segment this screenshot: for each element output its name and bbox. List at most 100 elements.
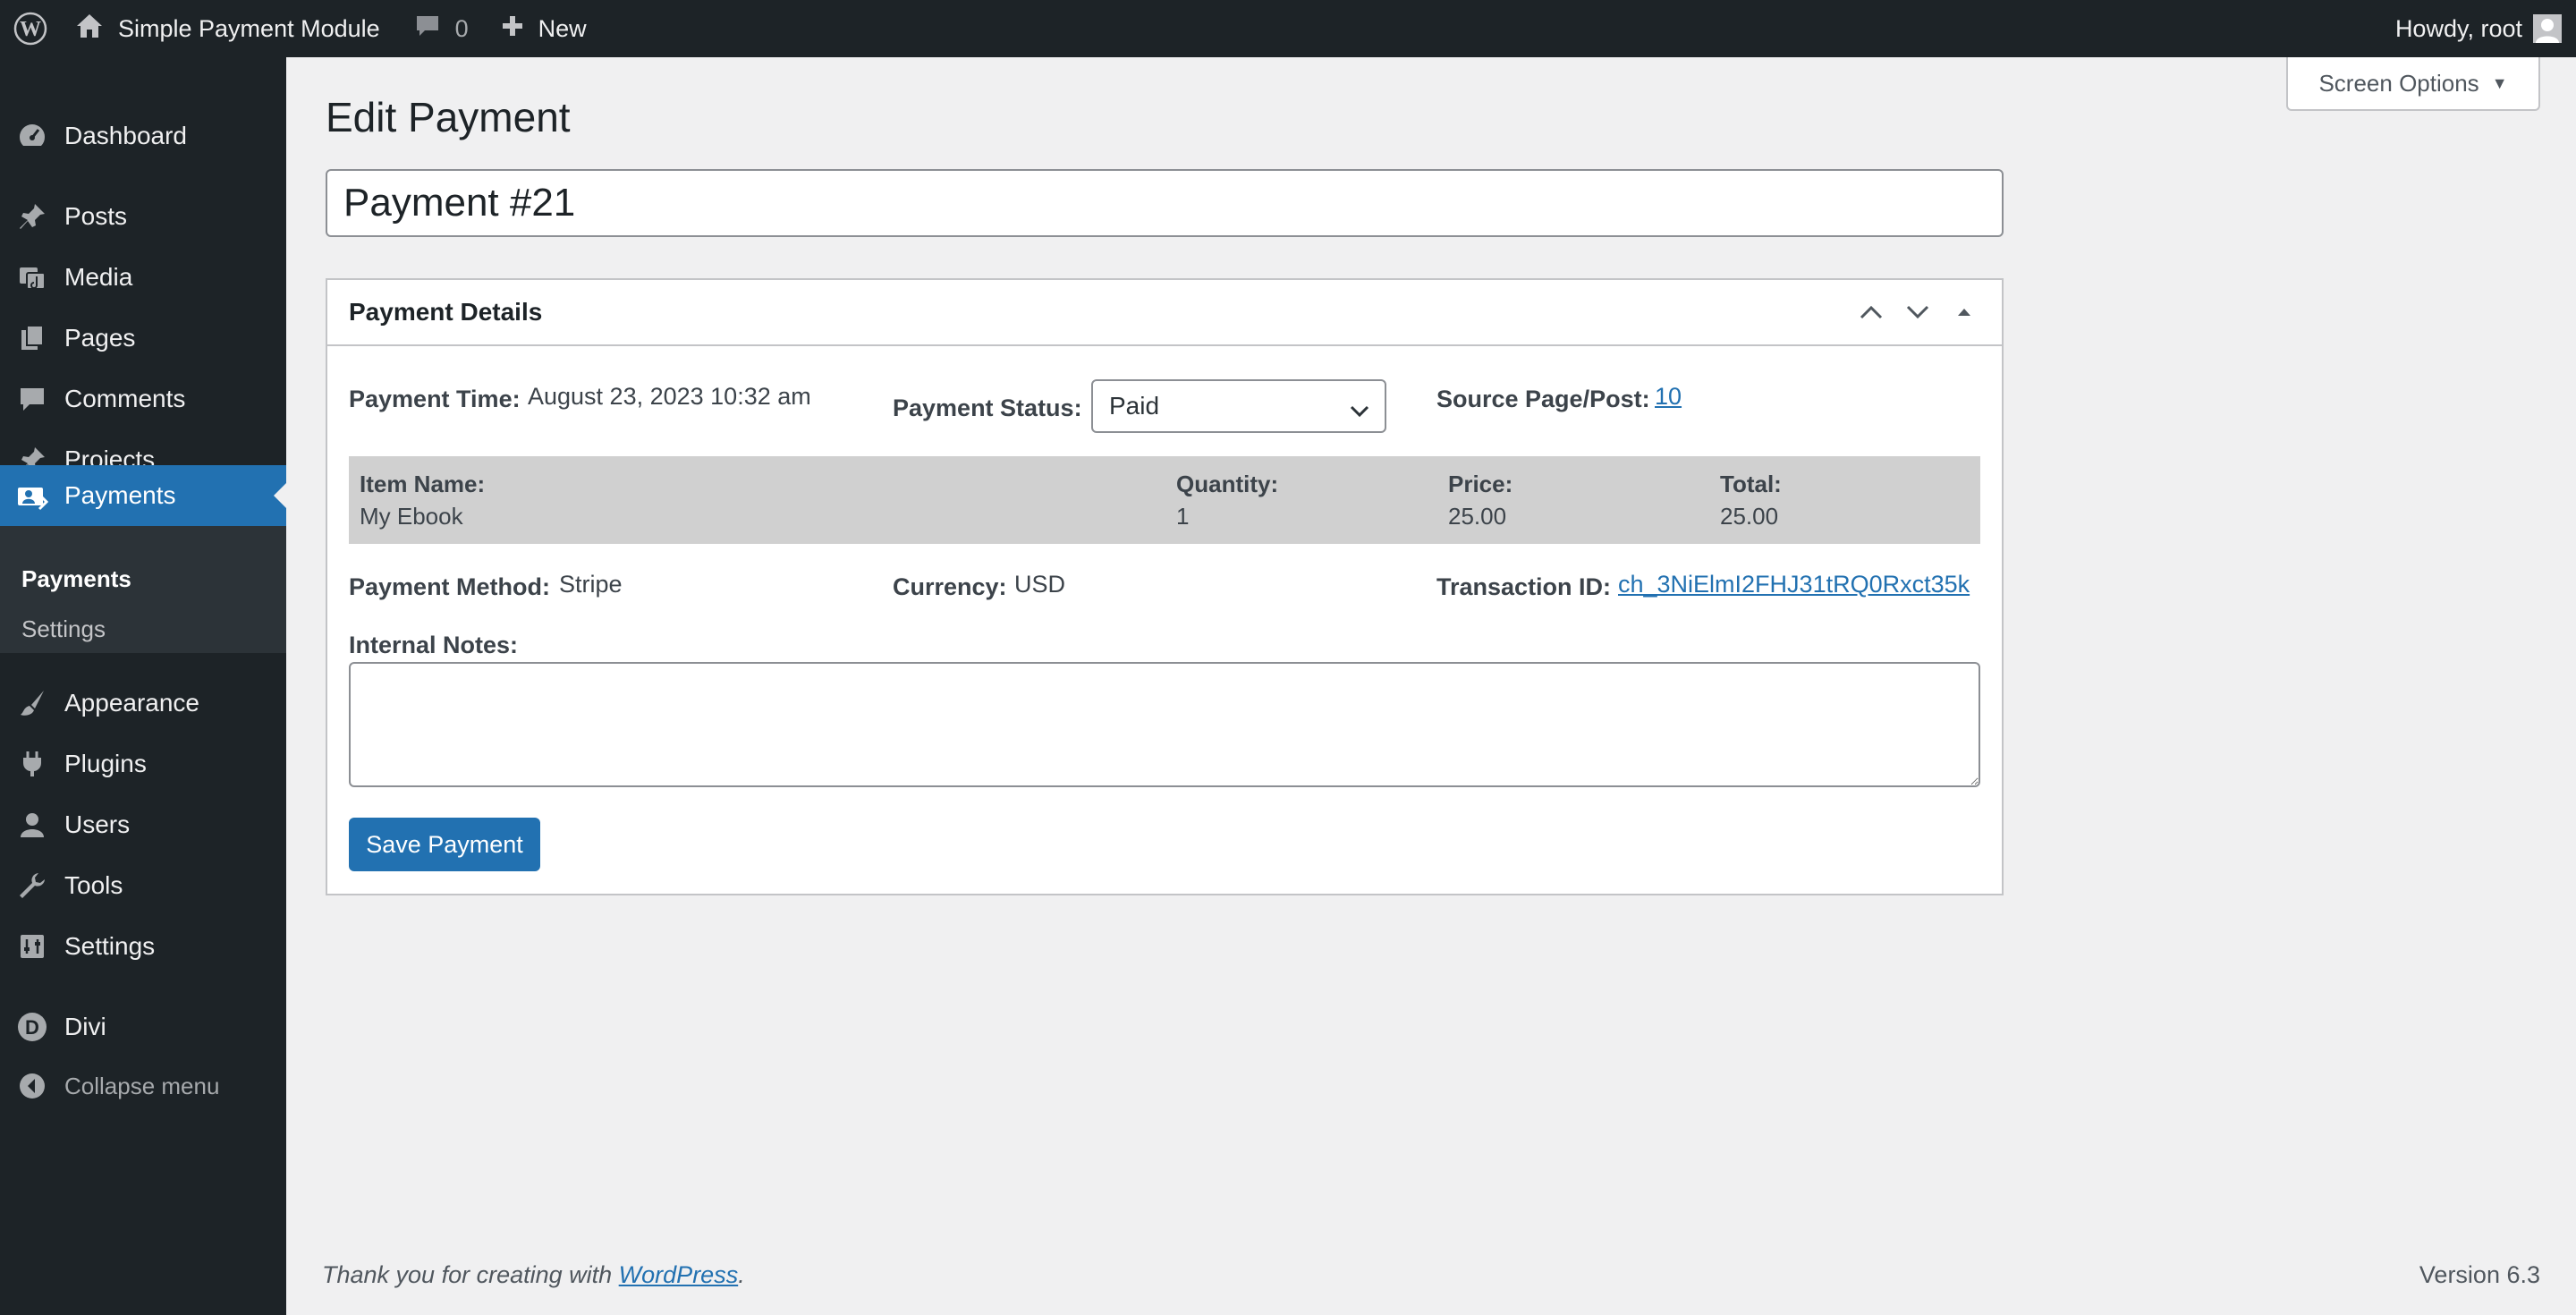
new-content-link[interactable]: New xyxy=(487,0,601,57)
internal-notes-textarea[interactable] xyxy=(349,662,1980,787)
comment-icon xyxy=(0,384,64,414)
wordpress-logo-icon[interactable]: W xyxy=(0,0,61,57)
dashboard-icon xyxy=(0,121,64,151)
source-page-label: Source Page/Post: xyxy=(1436,386,1650,412)
items-table: Item Name: My Ebook Quantity: 1 Price: 2… xyxy=(349,456,1980,544)
page-title: Edit Payment xyxy=(326,94,571,140)
sidebar-item-label: Appearance xyxy=(64,689,200,717)
wrench-icon xyxy=(0,870,64,901)
sidebar-item-label: Collapse menu xyxy=(64,1072,220,1099)
save-payment-button[interactable]: Save Payment xyxy=(349,818,540,871)
source-page-link[interactable]: 10 xyxy=(1655,383,1682,411)
sidebar-item-plugins[interactable]: Plugins xyxy=(0,734,286,794)
new-label: New xyxy=(538,14,587,42)
payment-status-select[interactable]: Paid xyxy=(1091,379,1386,433)
sidebar-item-label: Users xyxy=(64,810,131,838)
metabox-handle-actions xyxy=(1848,280,1987,344)
post-title-input[interactable] xyxy=(326,169,2004,237)
metabox-title: Payment Details xyxy=(349,298,543,326)
svg-text:D: D xyxy=(25,1016,39,1039)
home-icon xyxy=(75,13,104,46)
transaction-id-label: Transaction ID: xyxy=(1436,573,1612,600)
sidebar-item-divi[interactable]: D Divi xyxy=(0,997,286,1057)
sidebar-item-posts[interactable]: Posts xyxy=(0,186,286,247)
plus-icon xyxy=(501,14,524,44)
payment-method-value: Stripe xyxy=(559,571,623,598)
divi-icon: D xyxy=(0,1011,64,1043)
site-name-link[interactable]: Simple Payment Module xyxy=(61,0,396,57)
sidebar-item-comments[interactable]: Comments xyxy=(0,369,286,429)
footer-thanks: Thank you for creating with WordPress. xyxy=(322,1261,745,1289)
collapse-icon xyxy=(0,1072,64,1100)
site-name: Simple Payment Module xyxy=(118,14,380,42)
currency-label: Currency: xyxy=(893,573,1007,600)
sidebar-item-label: Comments xyxy=(64,385,186,412)
avatar xyxy=(2533,14,2562,43)
sidebar-item-settings[interactable]: Settings xyxy=(0,916,286,977)
payments-icon xyxy=(0,480,64,511)
submenu-item-settings[interactable]: Settings xyxy=(21,615,106,643)
move-up-icon[interactable] xyxy=(1848,303,1894,321)
item-name-value: My Ebook xyxy=(360,503,463,530)
screen-options-button[interactable]: Screen Options ▼ xyxy=(2286,57,2540,111)
footer-thanks-text: Thank you for creating with xyxy=(322,1261,619,1288)
sidebar-item-label: Payments xyxy=(64,481,176,509)
submenu-item-payments[interactable]: Payments xyxy=(21,565,131,593)
payment-status-value: Paid xyxy=(1109,392,1160,420)
svg-text:W: W xyxy=(20,18,41,41)
plug-icon xyxy=(0,749,64,779)
chevron-down-icon xyxy=(1349,397,1370,426)
sidebar-item-dashboard[interactable]: Dashboard xyxy=(0,106,286,166)
payment-status-label: Payment Status: xyxy=(893,394,1082,421)
payment-time-value: August 23, 2023 10:32 am xyxy=(528,383,811,410)
sidebar-item-label: Pages xyxy=(64,324,136,352)
sidebar-item-label: Posts xyxy=(64,202,128,230)
total-value: 25.00 xyxy=(1720,503,1779,530)
sidebar-item-pages[interactable]: Pages xyxy=(0,308,286,369)
sidebar-item-label: Dashboard xyxy=(64,122,187,149)
move-down-icon[interactable] xyxy=(1894,303,1941,321)
quantity-value: 1 xyxy=(1176,503,1190,530)
comment-icon xyxy=(414,13,441,46)
sidebar-item-label: Media xyxy=(64,263,133,291)
sidebar-item-media[interactable]: Media xyxy=(0,247,286,308)
metabox-header: Payment Details xyxy=(327,280,2002,346)
sidebar-item-label: Settings xyxy=(64,932,156,960)
screen-options-label: Screen Options xyxy=(2318,69,2479,97)
toggle-panel-icon[interactable] xyxy=(1941,306,1987,318)
currency-value: USD xyxy=(1014,571,1066,598)
admin-bar: W Simple Payment Module 0 New Howdy, roo… xyxy=(0,0,2576,57)
footer-thanks-suffix: . xyxy=(738,1261,745,1288)
total-header: Total: xyxy=(1720,471,1782,497)
footer-version: Version 6.3 xyxy=(2419,1261,2540,1288)
transaction-id-link[interactable]: ch_3NiElmI2FHJ31tRQ0Rxct35k xyxy=(1618,571,1970,598)
settings-icon xyxy=(0,931,64,962)
pin-icon xyxy=(0,201,64,232)
howdy-text: Howdy, root xyxy=(2394,14,2522,42)
media-icon xyxy=(0,262,64,293)
payment-method-label: Payment Method: xyxy=(349,573,551,600)
user-icon xyxy=(0,810,64,840)
sidebar-item-tools[interactable]: Tools xyxy=(0,855,286,916)
brush-icon xyxy=(0,688,64,718)
price-value: 25.00 xyxy=(1448,503,1507,530)
collapse-menu-button[interactable]: Collapse menu xyxy=(0,1056,286,1116)
wordpress-link[interactable]: WordPress xyxy=(619,1261,739,1288)
item-name-header: Item Name: xyxy=(360,471,486,497)
price-header: Price: xyxy=(1448,471,1513,497)
comments-count: 0 xyxy=(454,14,469,42)
sidebar-item-users[interactable]: Users xyxy=(0,794,286,855)
quantity-header: Quantity: xyxy=(1176,471,1279,497)
pages-icon xyxy=(0,323,64,353)
payments-submenu: Payments Settings xyxy=(0,526,286,653)
my-account-link[interactable]: Howdy, root xyxy=(2395,0,2562,57)
sidebar-item-appearance[interactable]: Appearance xyxy=(0,673,286,734)
caret-down-icon: ▼ xyxy=(2491,73,2508,92)
sidebar-item-label: Divi xyxy=(64,1013,106,1040)
internal-notes-label: Internal Notes: xyxy=(349,632,519,658)
sidebar-item-label: Plugins xyxy=(64,750,147,777)
sidebar-item-label: Tools xyxy=(64,871,123,899)
sidebar-item-payments[interactable]: Payments xyxy=(0,465,286,526)
comments-link[interactable]: 0 xyxy=(396,0,487,57)
payment-time-label: Payment Time: xyxy=(349,386,521,412)
